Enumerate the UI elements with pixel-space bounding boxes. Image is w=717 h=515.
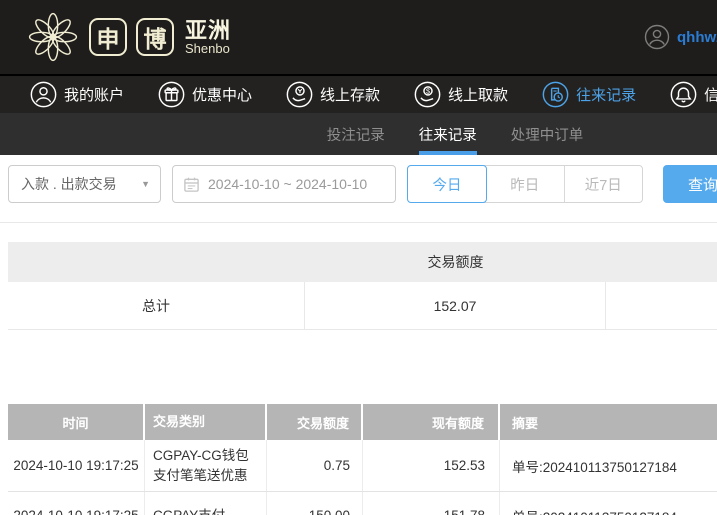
- col-header-summary: 摘要: [500, 404, 717, 440]
- summary-total-value: 152.07: [305, 282, 606, 329]
- records-icon: [542, 81, 569, 108]
- username[interactable]: qhhw2: [677, 29, 717, 46]
- main-nav: 我的账户 优惠中心 线上存款 $ 线上取款 往来记录 信: [0, 74, 717, 113]
- cell-time: 2024-10-10 19:17:25: [8, 440, 145, 492]
- top-header: 申 博 亚洲 Shenbo qhhw2: [0, 0, 717, 74]
- cell-time: 2024-10-10 19:17:25: [8, 492, 145, 515]
- records-table-header: 时间 交易类别 交易额度 现有额度 摘要: [8, 404, 717, 440]
- nav-item-deposit[interactable]: 线上存款: [286, 81, 380, 108]
- nav-label: 我的账户: [64, 87, 125, 104]
- search-button[interactable]: 查询: [663, 165, 717, 203]
- yesterday-button[interactable]: 昨日: [486, 166, 565, 202]
- flower-logo-icon: [28, 12, 78, 62]
- summary-header-empty: [606, 242, 717, 282]
- col-header-amount: 交易额度: [267, 404, 363, 440]
- logo-char-shen: 申: [89, 18, 127, 56]
- summary-total-label: 总计: [8, 282, 305, 329]
- tab-betting-records[interactable]: 投注记录: [327, 113, 385, 155]
- summary-total-row: 总计 152.07: [8, 282, 717, 330]
- nav-label: 信息: [704, 87, 717, 104]
- svg-text:$: $: [426, 87, 430, 96]
- brand-name-en: Shenbo: [185, 40, 230, 56]
- cell-amount: 150.00: [267, 492, 363, 515]
- cell-type: CGPAY支付: [145, 492, 267, 515]
- last7days-button[interactable]: 近7日: [565, 166, 643, 202]
- logo-char-bo: 博: [136, 18, 174, 56]
- col-header-type: 交易类别: [145, 404, 267, 440]
- nav-item-transactions[interactable]: 往来记录: [542, 81, 636, 108]
- nav-label: 优惠中心: [192, 87, 253, 104]
- sub-nav: 投注记录 往来记录 处理中订单: [0, 113, 717, 155]
- cell-balance: 151.78: [363, 492, 500, 515]
- table-row: 2024-10-10 19:17:25 CGPAY-CG钱包支付笔笔送优惠 0.…: [8, 440, 717, 493]
- nav-label: 往来记录: [576, 87, 637, 104]
- cell-summary: 单号:202410113750127184: [500, 492, 717, 515]
- brand-names: 亚洲 Shenbo: [185, 19, 231, 56]
- nav-item-my-account[interactable]: 我的账户: [30, 81, 124, 108]
- withdraw-icon: $: [414, 81, 441, 108]
- cell-amount: 0.75: [267, 440, 363, 492]
- user-icon: [30, 81, 57, 108]
- quick-date-group: 今日 昨日 近7日: [407, 165, 643, 203]
- cell-balance: 152.53: [363, 440, 500, 492]
- cell-type: CGPAY-CG钱包支付笔笔送优惠: [145, 440, 267, 492]
- date-range-input[interactable]: 2024-10-10 ~ 2024-10-10: [172, 165, 396, 203]
- tab-processing-orders[interactable]: 处理中订单: [511, 113, 584, 155]
- summary-table-header: 交易额度: [8, 242, 717, 282]
- deposit-icon: [286, 81, 313, 108]
- transaction-type-select[interactable]: 入款 . 出款交易 ▼: [8, 165, 161, 203]
- summary-table: 交易额度 总计 152.07: [8, 242, 717, 330]
- today-button[interactable]: 今日: [407, 165, 487, 203]
- nav-item-withdraw[interactable]: $ 线上取款: [414, 81, 508, 108]
- nav-label: 线上存款: [320, 87, 381, 104]
- filter-bar: 入款 . 出款交易 ▼ 2024-10-10 ~ 2024-10-10 今日 昨…: [8, 165, 717, 203]
- calendar-icon: [184, 177, 199, 192]
- brand-name-cn: 亚洲: [185, 17, 232, 43]
- tab-transaction-records[interactable]: 往来记录: [418, 113, 477, 155]
- date-range-value: 2024-10-10 ~ 2024-10-10: [208, 176, 368, 192]
- summary-header-amount: 交易额度: [427, 254, 484, 270]
- brand-logo[interactable]: 申 博 亚洲 Shenbo: [26, 10, 231, 64]
- col-header-time: 时间: [8, 404, 145, 440]
- col-header-balance: 现有额度: [363, 404, 500, 440]
- chevron-down-icon: ▼: [141, 179, 150, 189]
- nav-item-messages[interactable]: 信息: [670, 81, 717, 108]
- section-divider: [0, 222, 717, 223]
- account-menu[interactable]: qhhw2: [644, 0, 717, 74]
- summary-header-empty: [8, 242, 305, 282]
- table-row: 2024-10-10 19:17:25 CGPAY支付 150.00 151.7…: [8, 492, 717, 515]
- cell-summary: 单号:202410113750127184: [512, 459, 677, 475]
- records-table: 时间 交易类别 交易额度 现有额度 摘要 2024-10-10 19:17:25…: [8, 404, 717, 515]
- bell-icon: [670, 81, 697, 108]
- page: 申 博 亚洲 Shenbo qhhw2 我的账户: [0, 0, 717, 515]
- nav-label: 线上取款: [448, 87, 509, 104]
- summary-empty-cell: [606, 282, 717, 329]
- transaction-type-value: 入款 . 出款交易: [21, 176, 117, 192]
- account-avatar-icon: [644, 24, 670, 50]
- nav-item-promotions[interactable]: 优惠中心: [158, 81, 252, 108]
- gift-icon: [158, 81, 185, 108]
